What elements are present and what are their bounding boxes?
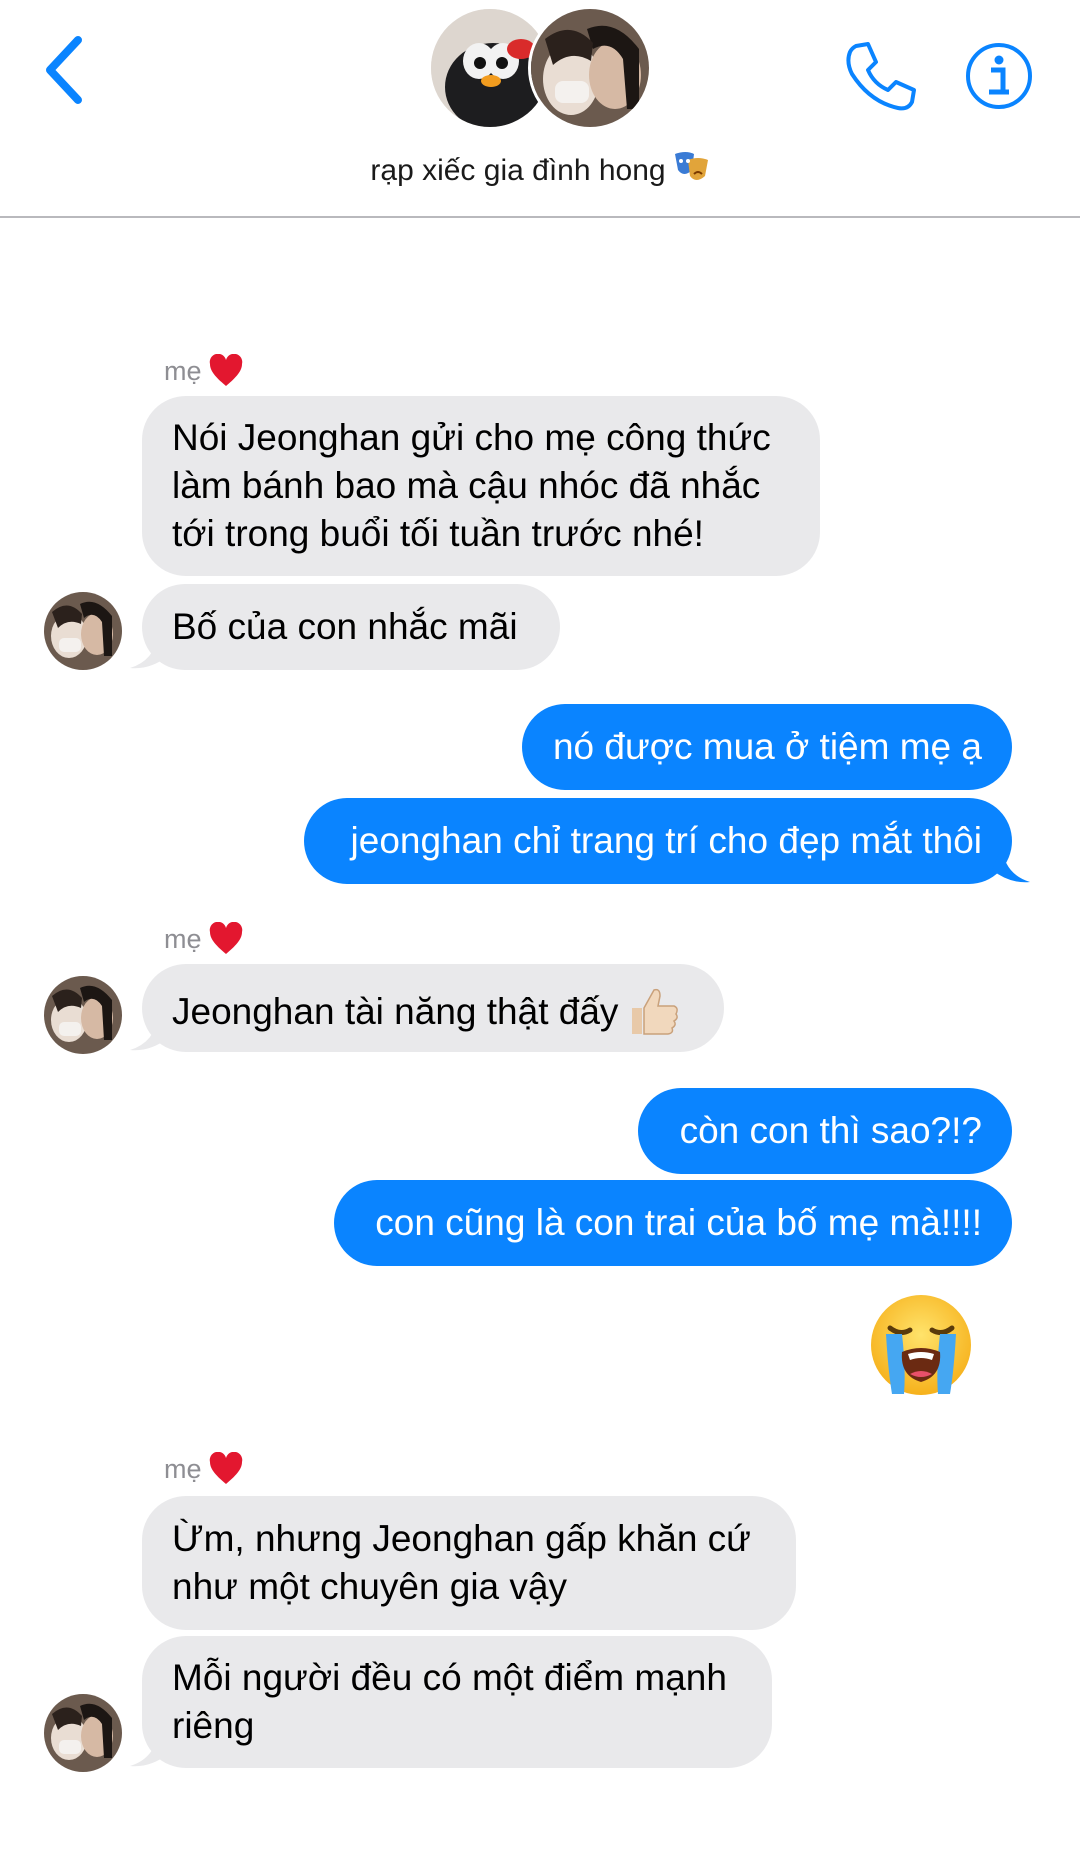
- theater-masks-icon: [672, 148, 710, 194]
- message-line: làm bánh bao mà cậu nhóc đã nhắc: [172, 465, 761, 506]
- sender-avatar[interactable]: [44, 976, 122, 1054]
- message-bubble-outgoing[interactable]: jeonghan chỉ trang trí cho đẹp mắt thôi: [304, 798, 1012, 884]
- message-line: Nói Jeonghan gửi cho mẹ công thức: [172, 417, 771, 458]
- sender-label: mẹ: [164, 1451, 244, 1493]
- message-line: Mỗi người đều có một điểm mạnh: [172, 1657, 727, 1698]
- message-text: còn con thì sao?!?: [679, 1110, 982, 1151]
- bubble-tail: [130, 1730, 168, 1767]
- red-heart-icon: [208, 1451, 244, 1492]
- message-bubble-incoming[interactable]: Ừm, nhưng Jeonghan gấp khăn cứ như một c…: [142, 1496, 796, 1630]
- message-text: jeonghan chỉ trang trí cho đẹp mắt thôi: [350, 820, 982, 861]
- sender-avatar[interactable]: [44, 1694, 122, 1772]
- message-line: Ừm, nhưng Jeonghan gấp khăn cứ: [172, 1518, 751, 1559]
- selfie-avatar: [528, 6, 652, 130]
- red-heart-icon: [208, 353, 244, 394]
- message-text: con cũng là con trai của bố mẹ mà!!!!: [375, 1202, 982, 1243]
- sender-label: mẹ: [164, 921, 244, 963]
- bubble-tail: [992, 846, 1030, 883]
- message-text: Jeonghan tài năng thật đấy: [172, 991, 619, 1032]
- chevron-left-icon: [46, 36, 82, 104]
- message-bubble-incoming[interactable]: Bố của con nhắc mãi: [142, 584, 560, 670]
- loudly-crying-face-icon: [871, 1295, 971, 1395]
- message-text: Bố của con nhắc mãi: [172, 606, 518, 647]
- crying-face-emoji-message[interactable]: [866, 1290, 976, 1400]
- message-line: riêng: [172, 1705, 255, 1746]
- chat-header: rạp xiếc gia đình hong: [0, 0, 1080, 218]
- message-bubble-outgoing[interactable]: nó được mua ở tiệm mẹ ạ: [522, 704, 1012, 790]
- message-bubble-incoming[interactable]: Nói Jeonghan gửi cho mẹ công thức làm bá…: [142, 396, 820, 576]
- red-heart-icon: [208, 921, 244, 962]
- bubble-tail: [130, 632, 168, 669]
- group-name-text: rạp xiếc gia đình hong: [370, 154, 666, 187]
- bubble-tail: [130, 1014, 168, 1051]
- message-text: nó được mua ở tiệm mẹ ạ: [552, 726, 982, 767]
- sender-label: mẹ: [164, 353, 244, 395]
- sender-avatar[interactable]: [44, 592, 122, 670]
- group-name[interactable]: rạp xiếc gia đình hong: [0, 148, 1080, 194]
- message-bubble-incoming[interactable]: Jeonghan tài năng thật đấy: [142, 964, 724, 1052]
- call-button[interactable]: [842, 38, 918, 114]
- thumbs-up-icon: [626, 984, 680, 1050]
- phone-icon: [846, 42, 916, 111]
- message-line: tới trong buổi tối tuần trước nhé!: [172, 513, 704, 554]
- message-bubble-outgoing[interactable]: còn con thì sao?!?: [638, 1088, 1012, 1174]
- message-bubble-outgoing[interactable]: con cũng là con trai của bố mẹ mà!!!!: [334, 1180, 1012, 1266]
- back-button[interactable]: [38, 30, 98, 110]
- message-line: như một chuyên gia vậy: [172, 1566, 567, 1607]
- info-button[interactable]: [963, 40, 1035, 112]
- message-bubble-incoming[interactable]: Mỗi người đều có một điểm mạnh riêng: [142, 1636, 772, 1768]
- group-avatar[interactable]: [428, 6, 652, 132]
- info-icon: [966, 43, 1032, 109]
